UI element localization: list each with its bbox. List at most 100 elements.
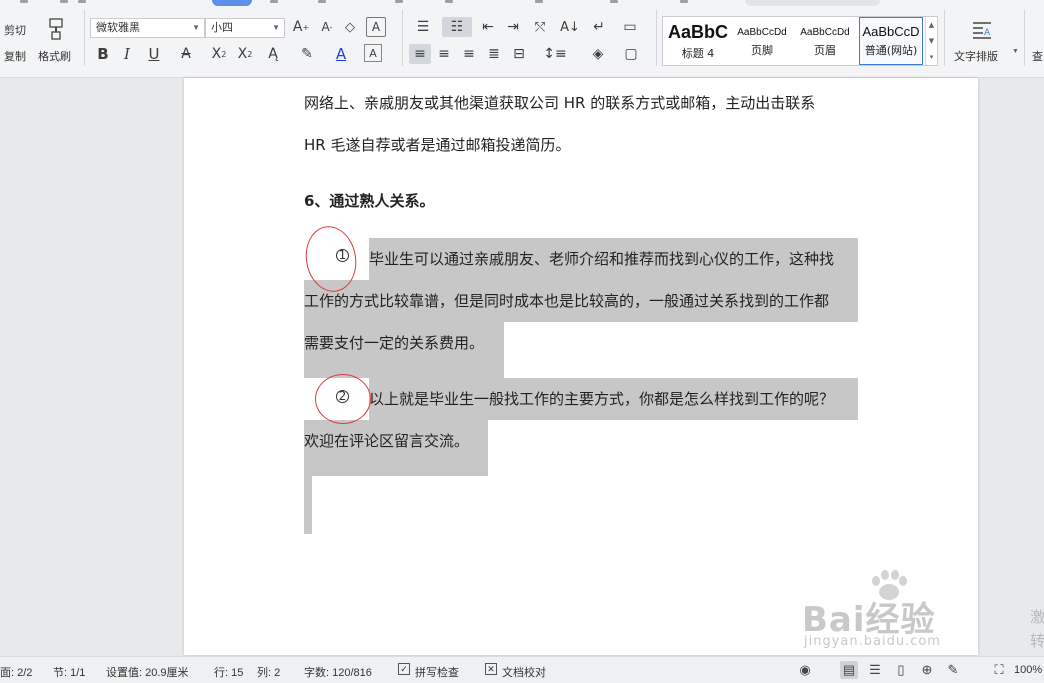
divider	[402, 10, 403, 66]
tab-fragment[interactable]	[270, 0, 278, 3]
doc-proof-button[interactable]: 文档校对	[502, 664, 546, 680]
document-page[interactable]: 网络上、亲戚朋友或其他渠道获取公司 HR 的联系方式或邮箱，主动出击联系 HR …	[184, 78, 978, 655]
align-right-icon[interactable]: ≡	[459, 44, 479, 64]
tab-fragment[interactable]	[535, 0, 543, 3]
tab-fragment[interactable]	[445, 0, 453, 3]
border-icon[interactable]: ▢	[620, 44, 642, 64]
align-left-icon[interactable]: ≡	[409, 44, 431, 64]
line-spacing-icon[interactable]: ↕≡	[542, 44, 568, 64]
superscript-icon[interactable]: X2	[208, 44, 230, 64]
styles-gallery: AaBbC 标题 4 AaBbCcDd 页脚 AaBbCcDd 页眉 AaBbC…	[662, 16, 938, 66]
strikethrough-icon[interactable]: A	[174, 44, 198, 64]
status-bar: 面: 2/2 节: 1/1 设置值: 20.9厘米 行: 15 列: 2 字数:…	[0, 656, 1044, 683]
subscript-icon[interactable]: X2	[234, 44, 256, 64]
doc-proof-icon[interactable]: ✕	[485, 663, 497, 675]
format-painter-button[interactable]: 格式刷	[38, 48, 71, 64]
zoom-level[interactable]: 100%	[1014, 664, 1042, 676]
align-center-icon[interactable]: ≡	[434, 44, 454, 64]
style-name: 标题 4	[681, 47, 715, 60]
tab-fragment[interactable]	[610, 0, 618, 3]
status-word-count[interactable]: 字数: 120/816	[304, 664, 372, 680]
text-layout-button[interactable]: 文字排版	[954, 48, 998, 64]
search-box[interactable]	[745, 0, 880, 6]
font-family-value: 微软雅黑	[96, 22, 140, 34]
red-circle-annotation	[315, 374, 371, 424]
style-heading4[interactable]: AaBbC 标题 4	[665, 17, 731, 65]
find-button[interactable]: 查	[1032, 48, 1043, 64]
highlight-icon[interactable]: ✎	[296, 44, 318, 64]
text-effect-icon[interactable]: A	[366, 17, 386, 37]
status-row: 行: 15	[214, 667, 244, 679]
tab-fragment[interactable]	[318, 0, 326, 3]
divider	[656, 10, 657, 66]
style-sample: AaBbC	[667, 22, 728, 42]
side-panel-hint: 激	[1030, 608, 1044, 626]
tab-fragment[interactable]	[20, 0, 28, 3]
status-setting[interactable]: 设置值: 20.9厘米	[106, 664, 189, 680]
reading-view-icon[interactable]: ▯	[892, 661, 910, 679]
increase-indent-icon[interactable]: ⇥	[503, 17, 523, 37]
write-mode-icon[interactable]: ✎	[944, 661, 962, 679]
shading-icon[interactable]: ◈	[586, 44, 610, 64]
tab-fragment[interactable]	[395, 0, 403, 3]
p1-line-2: 工作的方式比较靠谱，但是同时成本也是比较高的，一般通过关系找到的工作都	[304, 292, 830, 310]
show-marks-icon[interactable]: ↵	[588, 17, 610, 37]
style-name: 普通(网站)	[864, 44, 918, 57]
tab-start-active[interactable]	[212, 0, 252, 6]
bullet-list-icon[interactable]: ☰	[410, 17, 436, 37]
justify-icon[interactable]: ≣	[484, 44, 504, 64]
sort-icon[interactable]: A↓	[560, 17, 580, 37]
style-normal-web[interactable]: AaBbCcD 普通(网站)	[859, 17, 923, 65]
side-panel-hint: 转	[1030, 632, 1044, 650]
font-size-select[interactable]: 小四 ▼	[205, 18, 285, 38]
divider	[944, 10, 945, 66]
eye-protect-icon[interactable]: ◉	[796, 661, 814, 679]
shrink-font-icon[interactable]: A-	[318, 17, 336, 37]
font-family-select[interactable]: 微软雅黑 ▼	[90, 18, 205, 38]
grow-font-icon[interactable]: A +	[292, 17, 310, 37]
status-page[interactable]: 面: 2/2	[0, 664, 32, 680]
style-sample: AaBbCcDd	[737, 27, 787, 38]
fit-page-icon[interactable]: ⛶	[990, 661, 1008, 679]
distributed-icon[interactable]: ⊟	[509, 44, 529, 64]
p2-line-1: 以上就是毕业生一般找工作的主要方式，你都是怎么样找到工作的呢？	[369, 390, 835, 408]
text-layout-icon[interactable]: A	[968, 17, 996, 43]
styles-scroll[interactable]: ▲ ▼ ▾	[925, 17, 937, 65]
divider	[1024, 10, 1025, 66]
tab-fragment[interactable]	[60, 0, 68, 3]
char-border-icon[interactable]: Ą	[262, 44, 284, 64]
italic-icon[interactable]: I	[118, 44, 136, 64]
numbered-list-icon[interactable]: ☷	[442, 17, 472, 37]
chinese-layout-icon[interactable]: ⤲	[528, 17, 552, 37]
char-shading-icon[interactable]: A	[364, 44, 382, 62]
font-color-icon[interactable]: A	[330, 44, 352, 64]
section-heading: 6、通过熟人关系。	[304, 192, 435, 210]
chevron-down-icon: ▼	[1012, 48, 1019, 55]
style-sample: AaBbCcD	[862, 24, 920, 39]
style-header[interactable]: AaBbCcDd 页眉	[793, 17, 857, 65]
style-footer[interactable]: AaBbCcDd 页脚	[731, 17, 793, 65]
watermark-url: jingyan.baidu.com	[804, 634, 941, 649]
page-view-icon[interactable]: ▤	[840, 661, 858, 679]
ribbon-toolbar: 剪切 复制 格式刷 微软雅黑 ▼ 小四 ▼ A + A- ◇ A B I U A …	[0, 0, 1044, 78]
spell-check-toggle[interactable]: 拼写检查	[415, 664, 459, 680]
decrease-indent-icon[interactable]: ⇤	[478, 17, 498, 37]
cut-button[interactable]: 剪切	[4, 22, 26, 38]
outline-view-icon[interactable]: ☰	[866, 661, 884, 679]
p1-line-1: 毕业生可以通过亲戚朋友、老师介绍和推荐而找到心仪的工作，这种找	[369, 250, 835, 268]
chevron-down-icon: ▼	[272, 23, 280, 32]
table-borders-icon[interactable]: ▭	[620, 17, 640, 37]
divider	[84, 10, 85, 66]
underline-icon[interactable]: U	[142, 44, 166, 64]
tab-fragment[interactable]	[680, 0, 688, 3]
bold-icon[interactable]: B	[94, 44, 112, 64]
style-name: 页眉	[814, 44, 836, 57]
font-size-value: 小四	[211, 22, 233, 34]
spell-check-icon[interactable]: ✓	[398, 663, 410, 675]
clear-format-icon[interactable]: ◇	[341, 17, 359, 37]
tab-fragment[interactable]	[78, 0, 86, 3]
copy-button[interactable]: 复制	[4, 48, 26, 64]
ribbon-tab-strip	[0, 0, 1044, 8]
format-painter-icon[interactable]	[44, 16, 68, 42]
web-view-icon[interactable]: ⊕	[918, 661, 936, 679]
